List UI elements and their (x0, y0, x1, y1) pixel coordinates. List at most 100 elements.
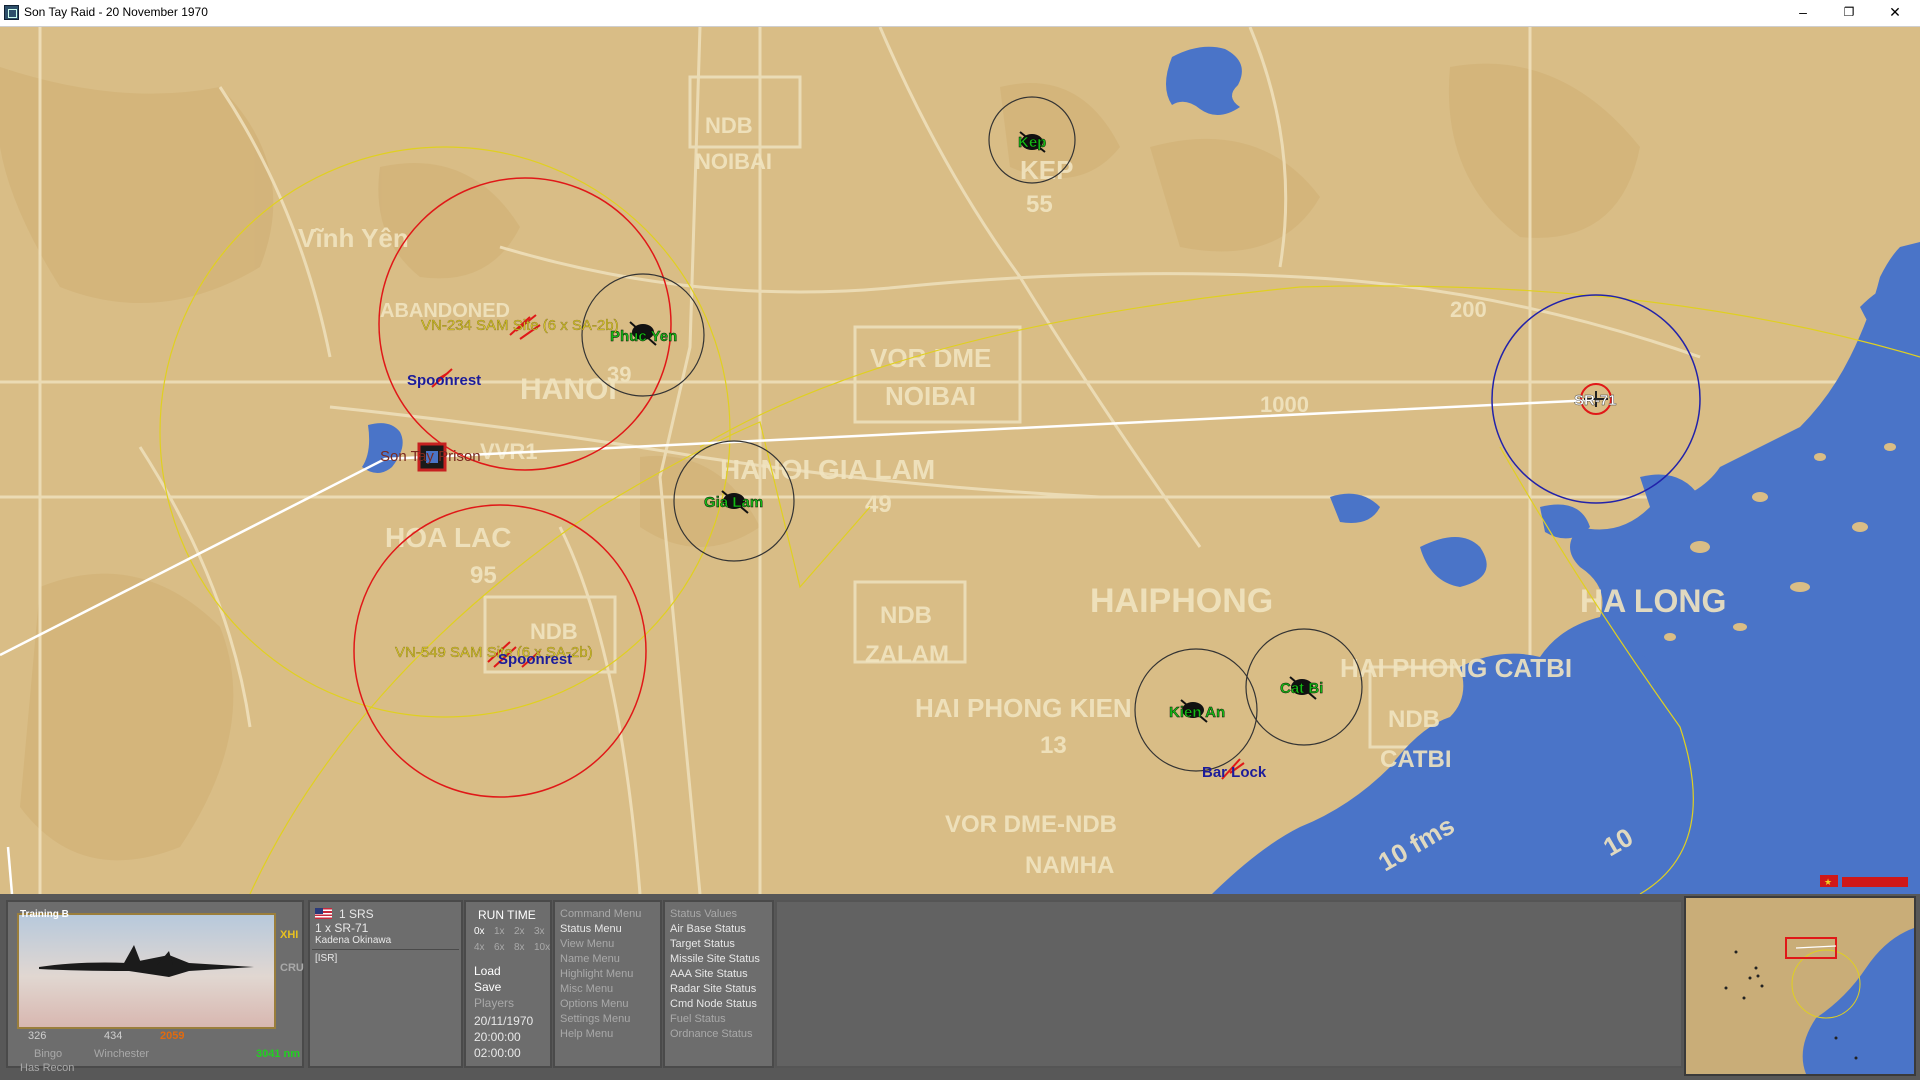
menus-panel: Command Menu Status Menu View Menu Name … (553, 900, 662, 1068)
svg-text:NAMHA: NAMHA (1025, 852, 1114, 879)
speed-3x[interactable]: 3x (534, 926, 545, 937)
water-bodies (362, 46, 1920, 894)
stat-2: 434 (104, 1030, 123, 1042)
label-gia-lam: Gia Lam (704, 494, 763, 511)
save-button[interactable]: Save (474, 980, 501, 994)
air-base-status[interactable]: Air Base Status (670, 923, 746, 935)
stat-3: 2059 (160, 1030, 185, 1042)
svg-text:55: 55 (1026, 191, 1053, 218)
command-menu[interactable]: Command Menu (560, 908, 641, 920)
radar-site-status[interactable]: Radar Site Status (670, 983, 756, 995)
svg-text:HAI PHONG KIEN: HAI PHONG KIEN (915, 693, 1132, 723)
svg-text:HANOI GIA LAM: HANOI GIA LAM (720, 454, 935, 485)
svg-text:HAI PHONG CATBI: HAI PHONG CATBI (1340, 653, 1572, 683)
ordnance-status[interactable]: Ordnance Status (670, 1028, 753, 1040)
status-panel: Status Values Air Base Status Target Sta… (663, 900, 774, 1068)
range-value: 3041 nm (256, 1048, 301, 1060)
missile-site-status[interactable]: Missile Site Status (670, 953, 760, 965)
speed-8x[interactable]: 8x (514, 942, 525, 953)
speed-1x[interactable]: 1x (494, 926, 505, 937)
minimize-button[interactable]: – (1780, 0, 1826, 26)
label-sam-234: VN-234 SAM Site (6 x SA-2b) (421, 317, 619, 334)
runtime-panel: RUN TIME 0x 1x 2x 3x 4x 6x 8x 10x Load S… (464, 900, 552, 1068)
game-date: 20/11/1970 (474, 1014, 534, 1028)
home-base: Kadena Okinawa (315, 935, 392, 946)
window-title: Son Tay Raid - 20 November 1970 (24, 5, 208, 19)
svg-text:★: ★ (1824, 877, 1832, 887)
label-cat-bi: Cat Bi (1280, 680, 1323, 697)
speed-10x[interactable]: 10x (534, 942, 550, 953)
elapsed-time: 02:00:00 (474, 1046, 521, 1060)
name-menu[interactable]: Name Menu (560, 953, 620, 965)
speed-6x[interactable]: 6x (494, 942, 505, 953)
photo-label: Training B (20, 909, 69, 920)
label-son-tay-prison: Son Tay Prison (380, 448, 481, 465)
label-kien-an: Kien An (1169, 704, 1225, 721)
players-button[interactable]: Players (474, 996, 514, 1010)
load-button[interactable]: Load (474, 964, 501, 978)
view-menu[interactable]: View Menu (560, 938, 614, 950)
speed-4x[interactable]: 4x (474, 942, 485, 953)
recon-label: Has Recon (20, 1062, 75, 1074)
svg-text:ZALAM: ZALAM (865, 641, 949, 668)
aircraft-photo[interactable] (17, 913, 276, 1029)
label-spoonrest-1: Spoonrest (407, 372, 481, 389)
fuel-status[interactable]: Fuel Status (670, 1013, 726, 1025)
svg-text:VOR DME-NDB: VOR DME-NDB (945, 811, 1117, 838)
svg-text:200: 200 (1450, 297, 1487, 322)
sr71-silhouette-icon (39, 945, 254, 977)
map-canvas[interactable]: Vĩnh Yên ABANDONED NDB NOIBAI KEP 55 VOR… (0, 27, 1920, 894)
control-panel: Training B XHI CRU 326 434 2059 Bingo Wi… (0, 894, 1920, 1080)
status-menu[interactable]: Status Menu (560, 923, 622, 935)
cmd-node-status[interactable]: Cmd Node Status (670, 998, 757, 1010)
window-titlebar: Son Tay Raid - 20 November 1970 – ❐ ✕ (0, 0, 1920, 27)
svg-text:CATBI: CATBI (1380, 746, 1452, 773)
map-unit-labels: Kep Phuc Yen Gia Lam Kien An Cat Bi Son … (380, 134, 1617, 781)
svg-text:VOR DME: VOR DME (870, 343, 991, 373)
label-spoonrest-2: Spoonrest (498, 651, 572, 668)
svg-text:NOIBAI: NOIBAI (695, 149, 772, 174)
highlight-menu[interactable]: Highlight Menu (560, 968, 633, 980)
status-values[interactable]: Status Values (670, 908, 737, 920)
game-time: 20:00:00 (474, 1030, 521, 1044)
svg-text:HAIPHONG: HAIPHONG (1090, 582, 1273, 620)
restore-button[interactable]: ❐ (1826, 0, 1872, 26)
squadron-name: 1 SRS (339, 907, 374, 921)
svg-text:HOA LAC: HOA LAC (385, 522, 512, 553)
speed-2x[interactable]: 2x (514, 926, 525, 937)
settings-menu[interactable]: Settings Menu (560, 1013, 630, 1025)
us-flag-icon (315, 908, 332, 919)
svg-text:NDB: NDB (705, 113, 753, 138)
label-sr71: SR-71 (1574, 392, 1617, 409)
app-icon (4, 5, 19, 20)
svg-text:Vĩnh Yên: Vĩnh Yên (298, 223, 409, 253)
aircraft-count: 1 x SR-71 (315, 921, 369, 935)
close-button[interactable]: ✕ (1872, 0, 1918, 26)
svg-text:HANOI: HANOI (520, 373, 617, 406)
svg-text:NOIBAI: NOIBAI (885, 381, 976, 411)
runtime-title: RUN TIME (478, 908, 536, 922)
unit-photo-panel: Training B XHI CRU 326 434 2059 Bingo Wi… (6, 900, 304, 1074)
svg-text:95: 95 (470, 562, 497, 589)
unit-info-panel: 1 SRS 1 x SR-71 Kadena Okinawa [ISR] (308, 900, 463, 1068)
label-kep: Kep (1018, 134, 1046, 151)
stat-1: 326 (28, 1030, 47, 1042)
target-status[interactable]: Target Status (670, 938, 735, 950)
svg-text:39: 39 (607, 362, 631, 387)
svg-text:NDB: NDB (880, 602, 932, 629)
svg-text:NDB: NDB (1388, 706, 1440, 733)
empty-panel (775, 900, 1683, 1068)
label-phuc-yen: Phuc Yen (610, 328, 677, 345)
tactical-map[interactable]: Vĩnh Yên ABANDONED NDB NOIBAI KEP 55 VOR… (0, 27, 1920, 894)
mission-type: [ISR] (315, 953, 338, 964)
aaa-site-status[interactable]: AAA Site Status (670, 968, 748, 980)
minimap[interactable] (1684, 896, 1916, 1076)
misc-menu[interactable]: Misc Menu (560, 983, 613, 995)
minimap-canvas[interactable] (1686, 898, 1914, 1074)
speed-0x[interactable]: 0x (474, 926, 485, 937)
options-menu[interactable]: Options Menu (560, 998, 628, 1010)
alt-code-1: XHI (280, 929, 299, 941)
label-bar-lock: Bar Lock (1202, 764, 1267, 781)
winchester-label: Winchester (94, 1048, 150, 1060)
help-menu[interactable]: Help Menu (560, 1028, 613, 1040)
